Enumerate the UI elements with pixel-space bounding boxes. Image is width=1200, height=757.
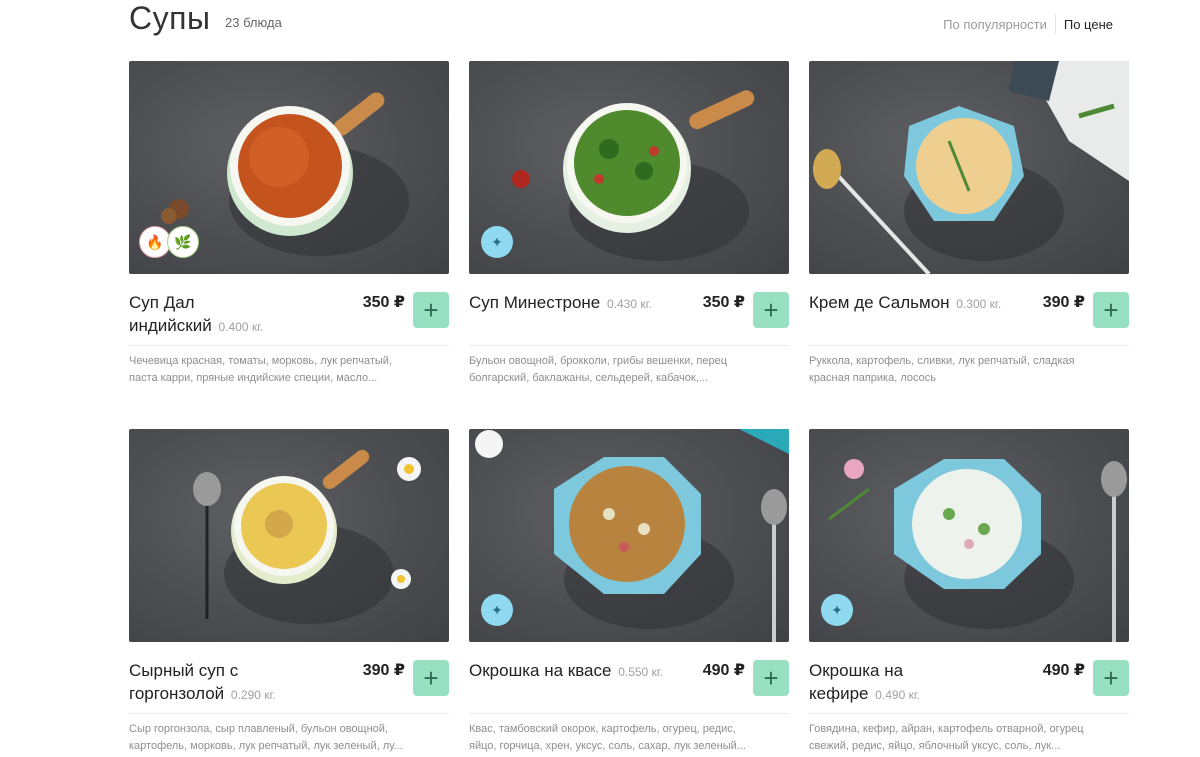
- add-to-cart-button[interactable]: +: [753, 292, 789, 328]
- description-line2: болгарский, баклажаны, сельдерей, кабачо…: [469, 372, 708, 384]
- dish-name-line1: Окрошка на квасе: [469, 661, 612, 680]
- dish-count: 23 блюда: [225, 15, 282, 30]
- dish-price: 350 ₽: [362, 294, 405, 311]
- dish-weight: 0.550 кг.: [618, 665, 664, 679]
- divider: [129, 713, 449, 714]
- dish-price: 390 ₽: [362, 662, 405, 679]
- dish-name-line1: Суп Минестроне: [469, 293, 601, 312]
- dish-name-line1: Суп Дал: [129, 293, 195, 312]
- description-line1: Руккола, картофель, сливки, лук репчатый…: [809, 355, 1075, 367]
- dish-weight: 0.490 кг.: [875, 688, 921, 702]
- page-title: Супы: [129, 0, 211, 36]
- dish-photo-illustration: [813, 61, 1129, 274]
- description-line2: яйцо, горчица, хрен, уксус, соль, сахар,…: [469, 740, 746, 752]
- dish-name[interactable]: Суп Минестроне 0.430 кг.: [469, 291, 689, 316]
- dish-photo[interactable]: [809, 61, 1129, 274]
- dish-photo[interactable]: ✦: [469, 429, 789, 642]
- dish-name[interactable]: Окрошка на кефире 0.490 кг.: [809, 659, 1029, 707]
- divider: [469, 345, 789, 346]
- sort-by-popularity[interactable]: По популярности: [943, 17, 1055, 32]
- plus-icon: +: [423, 294, 439, 325]
- description-line2: свежий, редис, яйцо, яблочный уксус, сол…: [809, 740, 1061, 752]
- dish-name[interactable]: Крем де Сальмон 0.300 кг.: [809, 291, 1029, 316]
- divider: [809, 345, 1129, 346]
- dish-price: 390 ₽: [1042, 294, 1085, 311]
- plus-icon: +: [763, 294, 779, 325]
- description-line2: картофель, морковь, лук репчатый, лук зе…: [129, 740, 403, 752]
- dish-weight: 0.430 кг.: [606, 297, 652, 311]
- plus-icon: +: [423, 662, 439, 693]
- dish-photo[interactable]: [129, 429, 449, 642]
- divider: [129, 345, 449, 346]
- plus-icon: +: [763, 662, 779, 693]
- dish-name[interactable]: Суп Дал индийский 0.400 кг.: [129, 291, 349, 339]
- description-line1: Квас, тамбовский окорок, картофель, огур…: [469, 723, 736, 735]
- dish-photo-illustration: [193, 449, 421, 624]
- dish-name-line2: горгонзолой: [129, 684, 225, 703]
- page-header: Супы 23 блюда По популярности По цене: [129, 0, 1121, 44]
- dish-photo[interactable]: ✦: [469, 61, 789, 274]
- dish-price: 490 ₽: [1042, 662, 1085, 679]
- dish-photo[interactable]: ✦: [809, 429, 1129, 642]
- dish-description: Квас, тамбовский окорок, картофель, огур…: [469, 721, 789, 755]
- add-to-cart-button[interactable]: +: [753, 660, 789, 696]
- add-to-cart-button[interactable]: +: [1093, 660, 1129, 696]
- sparkle-icon: ✦: [481, 226, 513, 258]
- dish-description: Сыр горгонзола, сыр плавленый, бульон ов…: [129, 721, 449, 755]
- sort-by-price[interactable]: По цене: [1064, 17, 1121, 32]
- dish-name-line1: Крем де Сальмон: [809, 293, 950, 312]
- dish-photo-illustration: [475, 429, 789, 642]
- dish-name-line2: кефире: [809, 684, 869, 703]
- description-line1: Говядина, кефир, айран, картофель отварн…: [809, 723, 1084, 735]
- dish-name[interactable]: Окрошка на квасе 0.550 кг.: [469, 659, 689, 684]
- divider: [809, 713, 1129, 714]
- description-line1: Сыр горгонзола, сыр плавленый, бульон ов…: [129, 723, 388, 735]
- dish-name[interactable]: Сырный суп с горгонзолой 0.290 кг.: [129, 659, 349, 707]
- dish-description: Бульон овощной, брокколи, грибы вешенки,…: [469, 353, 789, 387]
- sparkle-icon: ✦: [821, 594, 853, 626]
- sort-divider: [1054, 14, 1056, 34]
- sparkle-icon: ✦: [481, 594, 513, 626]
- dish-description: Говядина, кефир, айран, картофель отварн…: [809, 721, 1129, 755]
- dish-photo-illustration: [828, 459, 1127, 642]
- sort-controls: По популярности По цене: [943, 14, 1121, 34]
- dish-weight: 0.300 кг.: [956, 297, 1002, 311]
- add-to-cart-button[interactable]: +: [413, 660, 449, 696]
- dish-weight: 0.400 кг.: [218, 320, 264, 334]
- dish-name-line2: индийский: [129, 316, 212, 335]
- leaf-icon: 🌿: [167, 226, 199, 258]
- add-to-cart-button[interactable]: +: [1093, 292, 1129, 328]
- dish-name-line1: Сырный суп с: [129, 661, 239, 680]
- divider: [469, 713, 789, 714]
- description-line1: Бульон овощной, брокколи, грибы вешенки,…: [469, 355, 727, 367]
- description-line2: красная паприка, лосось: [809, 372, 936, 384]
- dish-description: Руккола, картофель, сливки, лук репчатый…: [809, 353, 1129, 387]
- add-to-cart-button[interactable]: +: [413, 292, 449, 328]
- description-line1: Чечевица красная, томаты, морковь, лук р…: [129, 355, 393, 367]
- dish-photo[interactable]: 🔥 🌿: [129, 61, 449, 274]
- dish-description: Чечевица красная, томаты, морковь, лук р…: [129, 353, 449, 387]
- plus-icon: +: [1103, 294, 1119, 325]
- plus-icon: +: [1103, 662, 1119, 693]
- description-line2: паста карри, пряные индийские специи, ма…: [129, 372, 378, 384]
- dish-price: 350 ₽: [702, 294, 745, 311]
- dish-weight: 0.290 кг.: [230, 688, 276, 702]
- dish-photo-illustration: [512, 90, 755, 261]
- dish-name-line1: Окрошка на: [809, 661, 904, 680]
- dish-price: 490 ₽: [702, 662, 745, 679]
